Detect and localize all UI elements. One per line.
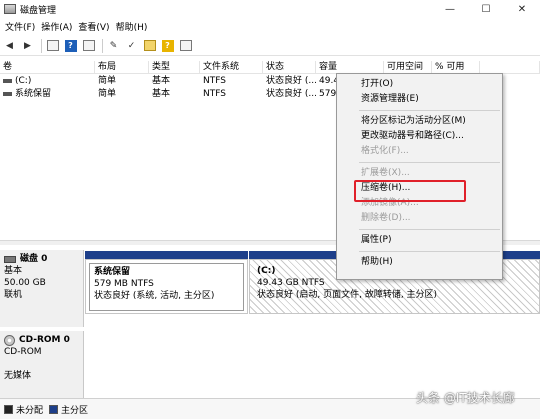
disk-management-app-icon bbox=[4, 4, 16, 14]
cdrom-0-label[interactable]: CD-ROM 0 CD-ROM 无媒体 bbox=[0, 331, 84, 398]
disk-size: 50.00 GB bbox=[4, 278, 46, 288]
folder-icon[interactable] bbox=[142, 39, 157, 53]
col-volume[interactable]: 卷 bbox=[0, 61, 95, 73]
col-percent-free[interactable]: % 可用 bbox=[432, 61, 480, 73]
menu-properties[interactable]: 属性(P) bbox=[337, 233, 502, 248]
cdrom-type: CD-ROM bbox=[4, 347, 42, 357]
toolbar-separator bbox=[41, 38, 42, 53]
menu-explorer[interactable]: 资源管理器(E) bbox=[337, 92, 502, 107]
cdrom-icon bbox=[4, 334, 15, 346]
menu-separator bbox=[359, 162, 500, 163]
partition-name: 系统保留 bbox=[94, 267, 131, 277]
disk-type: 基本 bbox=[4, 266, 23, 276]
partition-status: 状态良好 (系统, 活动, 主分区) bbox=[94, 291, 215, 301]
volume-filesystem: NTFS bbox=[203, 76, 226, 86]
disk-name: 磁盘 0 bbox=[20, 254, 48, 264]
menu-help[interactable]: 帮助(H) bbox=[113, 20, 151, 33]
menu-separator bbox=[359, 229, 500, 230]
title-bar: 磁盘管理 — ☐ ✕ bbox=[0, 0, 540, 18]
volume-type: 基本 bbox=[152, 76, 171, 86]
menu-format: 格式化(F)... bbox=[361, 146, 409, 156]
partition-size: 579 MB NTFS bbox=[94, 279, 154, 289]
check-icon[interactable]: ✓ bbox=[124, 39, 139, 53]
disk-status: 联机 bbox=[4, 290, 23, 300]
disk-0-label[interactable]: 磁盘 0 基本 50.00 GB 联机 bbox=[0, 250, 84, 327]
legend-unallocated: 未分配 bbox=[16, 405, 44, 416]
col-status[interactable]: 状态 bbox=[263, 61, 316, 73]
menu-view[interactable]: 查看(V) bbox=[75, 20, 112, 33]
cdrom-status: 无媒体 bbox=[4, 371, 32, 381]
partition-system-reserved[interactable]: 系统保留 579 MB NTFS 状态良好 (系统, 活动, 主分区) bbox=[85, 251, 248, 314]
unallocated-swatch bbox=[4, 404, 13, 414]
volume-name: 系统保留 bbox=[15, 89, 52, 99]
primary-swatch bbox=[49, 404, 59, 414]
menu-mark-active[interactable]: 将分区标记为活动分区(M) bbox=[337, 114, 502, 129]
col-layout[interactable]: 布局 bbox=[95, 61, 149, 73]
menu-help-item[interactable]: 帮助(H) bbox=[337, 255, 502, 270]
help-icon[interactable]: ? bbox=[63, 39, 78, 53]
menu-separator bbox=[359, 251, 500, 252]
watermark: 头条 @IT技术长廊 bbox=[416, 391, 515, 405]
window-controls: — ☐ ✕ bbox=[432, 0, 540, 18]
volume-type: 基本 bbox=[152, 89, 171, 99]
connect-icon[interactable]: ✎ bbox=[106, 39, 121, 53]
legend-primary: 主分区 bbox=[61, 405, 89, 416]
close-button[interactable]: ✕ bbox=[504, 0, 540, 18]
col-filesystem[interactable]: 文件系统 bbox=[200, 61, 263, 73]
toolbar: ◀ ▶ ? ✎ ✓ ? bbox=[0, 36, 540, 56]
col-filler bbox=[480, 61, 540, 73]
menu-action[interactable]: 操作(A) bbox=[38, 20, 75, 33]
volume-layout: 简单 bbox=[98, 76, 117, 86]
drive-icon bbox=[3, 78, 12, 83]
menu-extend-volume: 扩展卷(X)... bbox=[361, 168, 410, 178]
back-arrow-icon[interactable]: ◀ bbox=[2, 39, 17, 53]
col-capacity[interactable]: 容量 bbox=[316, 61, 384, 73]
menu-open[interactable]: 打开(O) bbox=[337, 77, 502, 92]
menu-file[interactable]: 文件(F) bbox=[2, 20, 38, 33]
properties-icon[interactable] bbox=[178, 39, 193, 53]
list-view-icon[interactable] bbox=[81, 39, 96, 53]
menu-bar: 文件(F) 操作(A) 查看(V) 帮助(H) bbox=[0, 18, 540, 35]
menu-separator bbox=[359, 110, 500, 111]
shrink-volume-highlight-box bbox=[354, 180, 466, 202]
primary-partition-bar bbox=[85, 251, 248, 259]
menu-delete-volume: 删除卷(D)... bbox=[361, 213, 411, 223]
volume-filesystem: NTFS bbox=[203, 89, 226, 99]
help-topics-icon[interactable]: ? bbox=[160, 39, 175, 53]
partition-status: 状态良好 (启动, 页面文件, 故障转储, 主分区) bbox=[257, 290, 438, 300]
context-menu: 打开(O) 资源管理器(E) 将分区标记为活动分区(M) 更改驱动器号和路径(C… bbox=[336, 73, 503, 280]
volume-status: 状态良好 (... bbox=[266, 89, 316, 99]
col-free-space[interactable]: 可用空间 bbox=[384, 61, 432, 73]
cdrom-name: CD-ROM 0 bbox=[19, 335, 70, 345]
volume-layout: 简单 bbox=[98, 89, 117, 99]
minimize-button[interactable]: — bbox=[432, 0, 468, 18]
volume-status: 状态良好 (... bbox=[266, 76, 316, 86]
window-title: 磁盘管理 bbox=[20, 5, 57, 16]
console-tree-icon[interactable] bbox=[45, 39, 60, 53]
forward-arrow-icon[interactable]: ▶ bbox=[20, 39, 35, 53]
col-type[interactable]: 类型 bbox=[149, 61, 200, 73]
menu-change-drive-letter[interactable]: 更改驱动器号和路径(C)... bbox=[337, 129, 502, 144]
disk-icon bbox=[4, 255, 16, 263]
drive-icon bbox=[3, 91, 12, 96]
volume-name: (C:) bbox=[15, 76, 32, 86]
toolbar-separator bbox=[102, 38, 103, 53]
maximize-button[interactable]: ☐ bbox=[468, 0, 504, 18]
